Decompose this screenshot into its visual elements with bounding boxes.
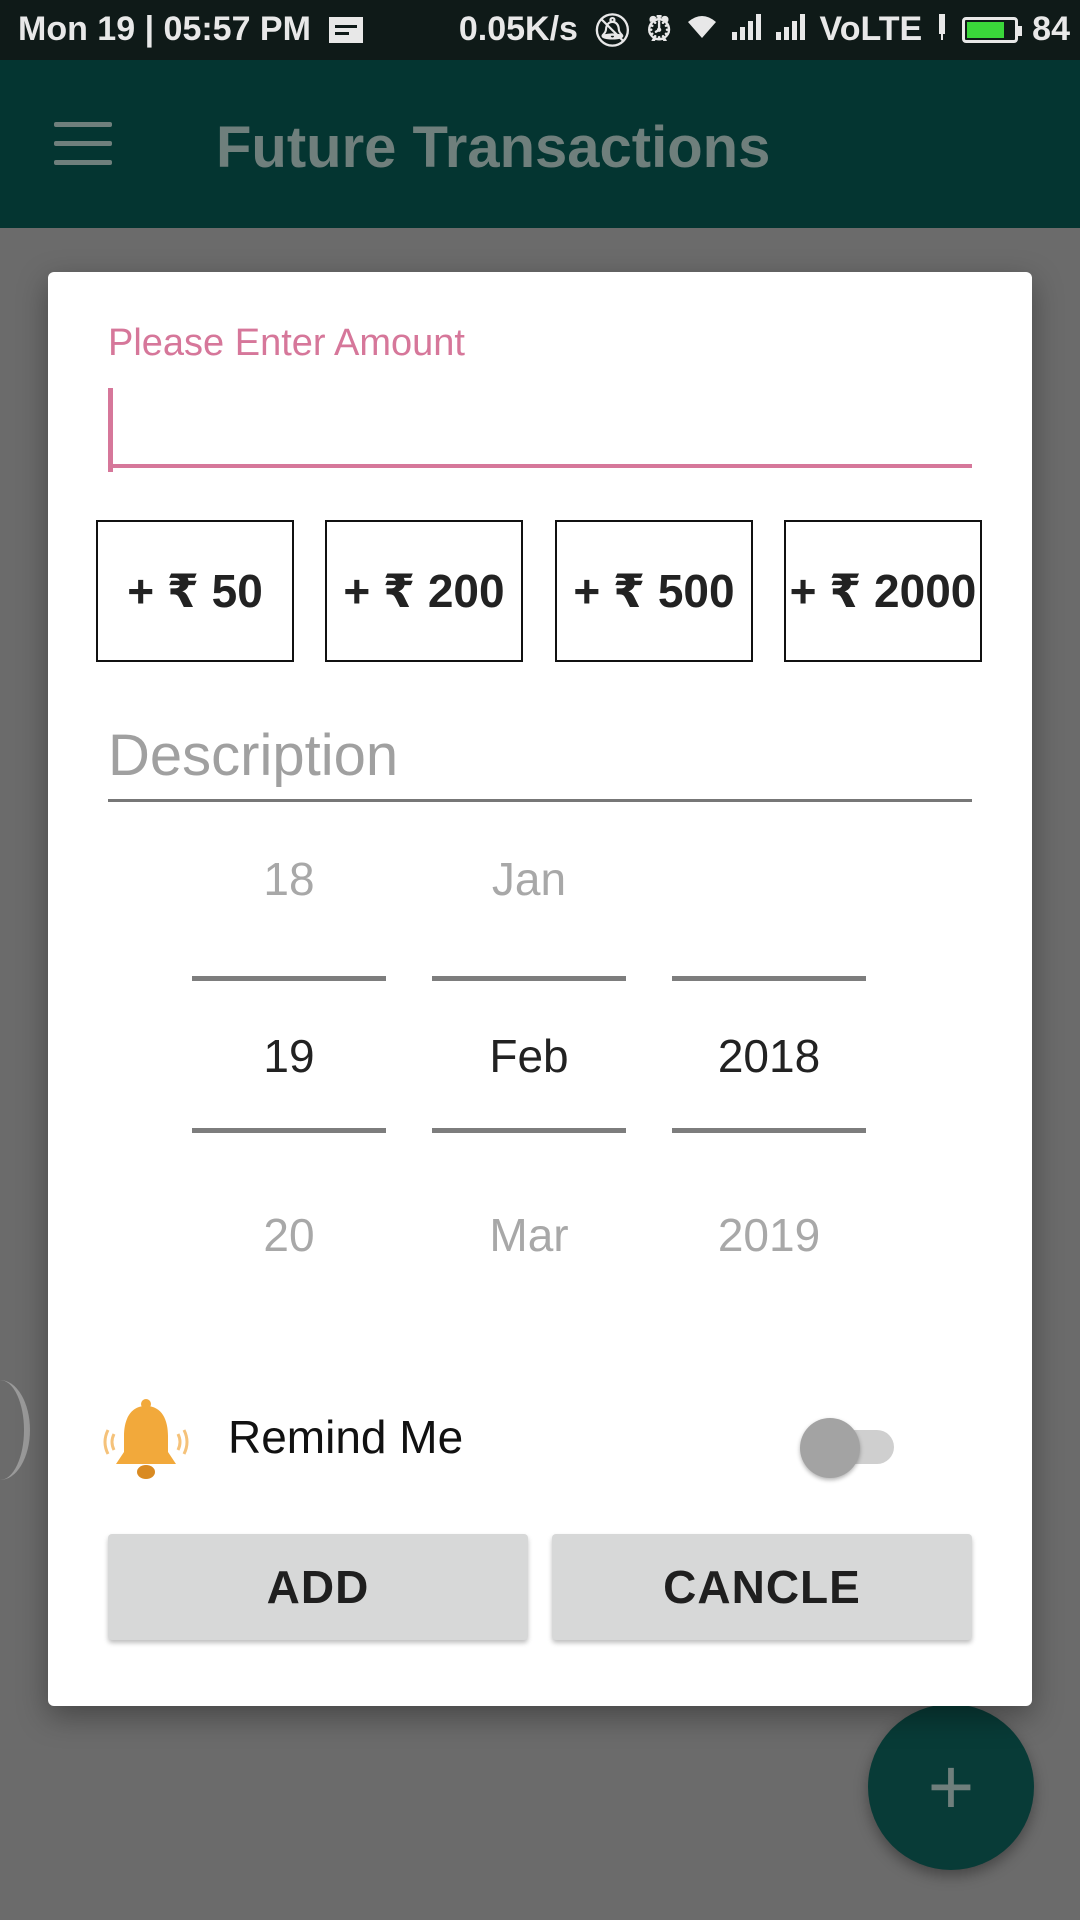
month-prev[interactable]: Jan [432, 852, 626, 906]
text-cursor [108, 388, 113, 472]
month-selected[interactable]: Feb [432, 1029, 626, 1083]
charging-icon [936, 10, 948, 49]
status-bar: Mon 19 | 05:57 PM 0.05K/s 🔕︎ ⏰︎ VoLTE 84 [0, 0, 1080, 60]
picker-divider [432, 976, 626, 981]
year-next[interactable]: 2019 [672, 1208, 866, 1262]
network-speed: 0.05K/s [458, 10, 578, 48]
quick-amount-200-button[interactable]: + ₹ 200 [325, 520, 523, 662]
status-left: Mon 19 | 05:57 PM [18, 10, 363, 49]
battery-level: 84 [1032, 10, 1070, 48]
month-next[interactable]: Mar [432, 1208, 626, 1262]
amount-label: Please Enter Amount [108, 322, 465, 364]
description-input[interactable] [108, 712, 972, 802]
battery-fill [967, 21, 1005, 38]
picker-divider [672, 1128, 866, 1133]
notification-icon [328, 16, 363, 43]
amount-input[interactable] [108, 388, 972, 468]
picker-divider [192, 1128, 386, 1133]
alarm-icon: ⏰︎ [646, 10, 672, 47]
quick-amount-500-button[interactable]: + ₹ 500 [555, 520, 753, 662]
remind-me-label: Remind Me [228, 1411, 464, 1463]
quick-amount-50-button[interactable]: + ₹ 50 [96, 520, 294, 662]
plus-icon: + [927, 1742, 975, 1831]
quick-amount-2000-button[interactable]: + ₹ 2000 [784, 520, 982, 662]
cancel-button[interactable]: CANCLE [552, 1534, 972, 1640]
year-selected[interactable]: 2018 [672, 1029, 866, 1083]
mute-icon: 🔕︎ [591, 11, 633, 48]
status-time: Mon 19 | 05:57 PM [18, 10, 311, 48]
add-fab-button[interactable]: + [868, 1704, 1034, 1870]
year-picker[interactable]: 2018 2019 [672, 852, 866, 1292]
hamburger-menu-icon[interactable] [54, 122, 112, 165]
month-picker[interactable]: Jan Feb Mar [432, 852, 626, 1292]
network-type: VoLTE [819, 10, 923, 48]
quick-amount-buttons: + ₹ 50 + ₹ 200 + ₹ 500 + ₹ 2000 [96, 520, 984, 664]
day-selected[interactable]: 19 [192, 1029, 386, 1083]
screen: Mon 19 | 05:57 PM 0.05K/s 🔕︎ ⏰︎ VoLTE 84 [0, 0, 1080, 1920]
add-transaction-dialog: Please Enter Amount + ₹ 50 + ₹ 200 + ₹ 5… [48, 272, 1032, 1706]
day-picker[interactable]: 18 19 20 [192, 852, 386, 1292]
bell-icon [96, 1392, 196, 1492]
remind-me-toggle[interactable] [800, 1410, 898, 1478]
toggle-knob [800, 1418, 860, 1478]
add-button[interactable]: ADD [108, 1534, 528, 1640]
day-next[interactable]: 20 [192, 1208, 386, 1262]
picker-divider [432, 1128, 626, 1133]
wifi-icon [686, 10, 718, 49]
status-right: 0.05K/s 🔕︎ ⏰︎ VoLTE 84 [459, 10, 1070, 49]
signal-icon [731, 10, 762, 49]
page-title: Future Transactions [216, 115, 771, 180]
battery-icon [962, 16, 1023, 43]
picker-divider [672, 976, 866, 981]
picker-divider [192, 976, 386, 981]
signal-icon [775, 10, 806, 49]
partial-background-element [0, 1380, 30, 1480]
app-bar: Future Transactions [0, 60, 1080, 228]
day-prev[interactable]: 18 [192, 852, 386, 906]
